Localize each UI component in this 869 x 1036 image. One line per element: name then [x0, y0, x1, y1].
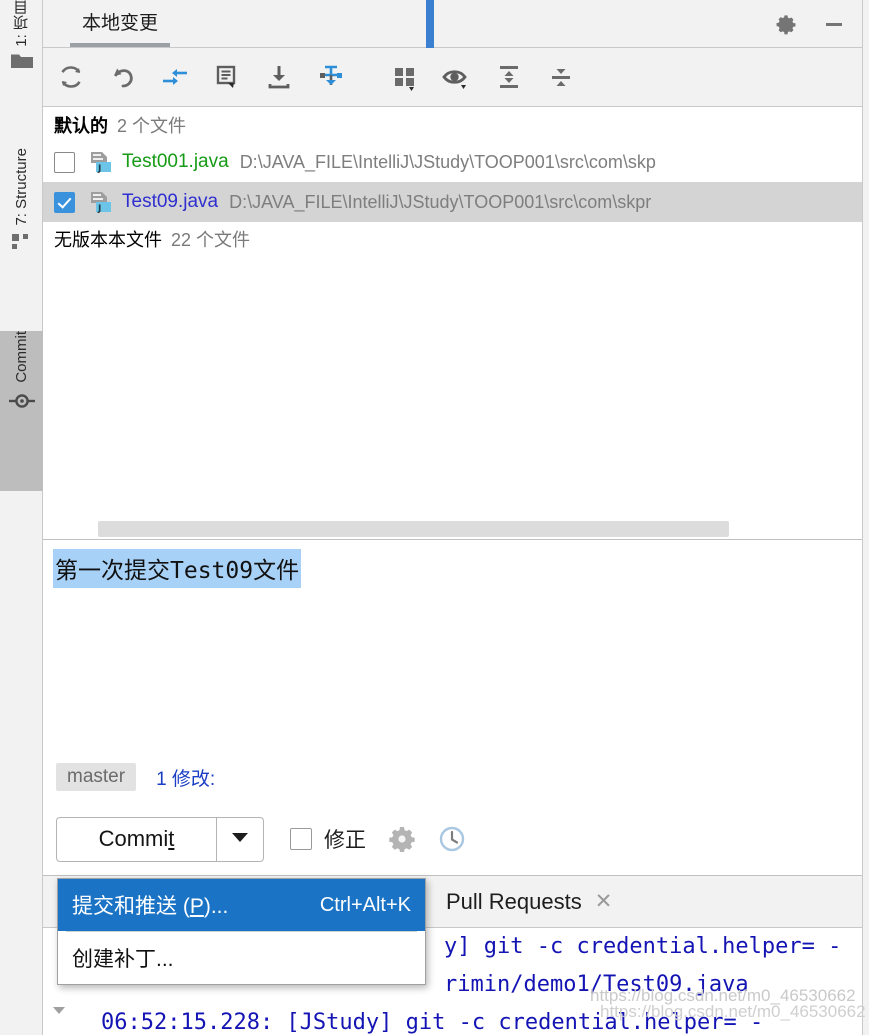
commit-button[interactable]: Commi t [57, 818, 216, 861]
table-row[interactable]: J Test09.java D:\JAVA_FILE\IntelliJ\JStu… [43, 182, 863, 222]
edit-source-icon[interactable] [212, 62, 242, 92]
tab-pull-requests[interactable]: Pull Requests ✕ [426, 876, 622, 928]
sidebar-item-commit[interactable]: Commit [0, 331, 43, 491]
shelve-icon[interactable] [316, 62, 346, 92]
tab-pull-requests-label: Pull Requests [446, 888, 582, 914]
console-line: y] git -c credential.helper= - [444, 934, 842, 959]
folder-icon [10, 51, 34, 76]
svg-text:J: J [97, 204, 101, 214]
sidebar-item-commit-label: Commit [13, 331, 30, 383]
tab-local-changes[interactable]: 本地变更 [70, 0, 171, 47]
sidebar-item-structure[interactable]: 7: Structure [0, 148, 43, 331]
svg-text:J: J [97, 164, 101, 174]
eye-icon[interactable] [442, 62, 472, 92]
commit-button-mnemonic: t [168, 826, 175, 851]
collapse-all-icon[interactable] [546, 62, 576, 92]
row-checkbox-test001[interactable] [54, 151, 75, 173]
changelist-group-unversioned-count: 22 个文件 [171, 230, 251, 250]
header-buttons [775, 0, 845, 47]
left-tool-window-bar: 1: 项目 7: Structure Commit [0, 0, 43, 1035]
minimize-icon[interactable] [823, 13, 845, 35]
commit-message-area[interactable]: 第一次提交Test09文件 [43, 539, 863, 744]
commit-history-clock-icon[interactable] [438, 825, 466, 853]
menu-item-create-patch-label: 创建补丁... [72, 948, 174, 971]
commit-button-label: Commi [98, 826, 169, 851]
menu-item-commit-and-push-label: 提交和推送 (P)... [72, 895, 229, 918]
row-checkbox-test09[interactable] [54, 191, 75, 213]
bottom-tab-active-marker [426, 0, 434, 48]
changes-hscrollbar-track[interactable] [43, 520, 863, 538]
changelist-group-unversioned-name: 无版本本文件 [54, 230, 162, 250]
refresh-icon[interactable] [56, 62, 86, 92]
branch-row: master 1 修改: [43, 757, 869, 797]
right-tool-window-bar [862, 0, 869, 1035]
menu-item-commit-and-push-shortcut: Ctrl+Alt+K [319, 893, 411, 916]
changelist-group-default-count: 2 个文件 [117, 116, 187, 136]
sidebar-item-structure-label: 7: Structure [13, 148, 30, 226]
table-row[interactable]: J Test001.java D:\JAVA_FILE\IntelliJ\JSt… [43, 142, 863, 182]
sidebar-item-project[interactable]: 1: 项目 [0, 0, 43, 148]
commit-controls: Commi t 修正 [43, 810, 869, 868]
rollback-icon[interactable] [108, 62, 138, 92]
changes-tree[interactable]: 默认的 2 个文件 J Test001.java D:\JAVA_FILE\In… [43, 108, 863, 520]
changes-toolbar [43, 48, 863, 107]
amend-checkbox[interactable] [290, 828, 312, 850]
structure-icon [11, 232, 33, 257]
java-file-icon: J [87, 190, 113, 214]
commit-split-button[interactable]: Commi t [56, 816, 264, 862]
close-icon[interactable]: ✕ [595, 889, 613, 914]
chevron-down-icon [230, 830, 250, 849]
menu-item-commit-and-push[interactable]: 提交和推送 (P)... Ctrl+Alt+K [58, 879, 425, 931]
expand-all-icon[interactable] [494, 62, 524, 92]
console-collapse-arrow-icon[interactable] [51, 1003, 69, 1021]
row-filename-test001: Test001.java [122, 151, 229, 172]
commit-dropdown-button[interactable] [216, 817, 263, 861]
branch-chip[interactable]: master [56, 763, 137, 791]
main-panel: 本地变更 默认的 2 个文件 J Test001.java D:\JAVA_FI… [43, 0, 863, 1035]
changelist-group-default-name: 默认的 [54, 116, 108, 136]
sidebar-item-project-label: 1: 项目 [13, 0, 30, 47]
update-icon[interactable] [264, 62, 294, 92]
commit-dropdown-menu[interactable]: 提交和推送 (P)... Ctrl+Alt+K 创建补丁... [57, 878, 426, 985]
commit-message-input[interactable]: 第一次提交Test09文件 [53, 549, 302, 588]
commit-icon [8, 391, 36, 416]
modified-count-label[interactable]: 1 修改: [156, 764, 215, 791]
group-by-icon[interactable] [390, 62, 420, 92]
amend-checkbox-group[interactable]: 修正 [290, 824, 366, 854]
row-filename-test09: Test09.java [122, 191, 219, 212]
row-filepath-test09: D:\JAVA_FILE\IntelliJ\JStudy\TOOP001\src… [229, 191, 652, 212]
show-diff-icon[interactable] [160, 62, 190, 92]
changelist-group-unversioned[interactable]: 无版本本文件 22 个文件 [43, 222, 863, 256]
gear-icon[interactable] [775, 13, 797, 35]
menu-item-create-patch[interactable]: 创建补丁... [58, 932, 425, 984]
tab-local-changes-label: 本地变更 [82, 13, 159, 34]
changelist-group-default[interactable]: 默认的 2 个文件 [43, 108, 863, 142]
changes-hscrollbar-thumb[interactable] [98, 521, 729, 537]
java-file-icon: J [87, 150, 113, 174]
tool-window-header: 本地变更 [43, 0, 863, 48]
commit-options-gear-icon[interactable] [388, 825, 416, 853]
watermark-text: https://blog.csdn.net/m0_46530662 [600, 1002, 866, 1021]
amend-label: 修正 [324, 829, 366, 852]
row-filepath-test001: D:\JAVA_FILE\IntelliJ\JStudy\TOOP001\src… [239, 151, 656, 172]
local-changes-tool-window: 1: 项目 7: Structure Commit 本地变更 默认的 2 个文件… [0, 0, 869, 1035]
